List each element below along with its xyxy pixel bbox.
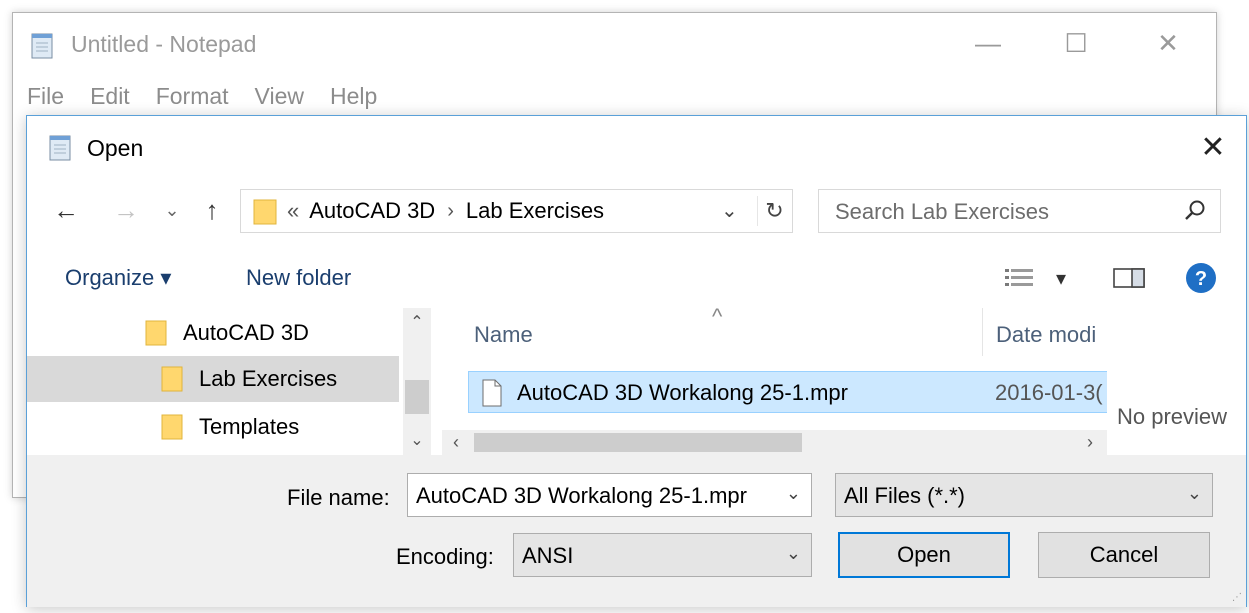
tree-item-lab-exercises[interactable]: Lab Exercises [27,356,399,402]
navigation-pane: AutoCAD 3D Lab Exercises Templates [27,308,402,455]
preview-pane: No preview [1109,308,1248,455]
file-type-value: All Files (*.*) [844,483,966,508]
file-type-select[interactable]: All Files (*.*) ⌄ [835,473,1213,517]
folder-icon [161,366,183,392]
maximize-button[interactable]: ☐ [1053,23,1099,63]
search-icon[interactable] [1182,198,1208,224]
svg-text:?: ? [1195,268,1207,290]
scroll-thumb[interactable] [474,433,802,452]
menu-file[interactable]: File [27,83,64,110]
search-placeholder: Search Lab Exercises [835,199,1049,224]
breadcrumb: « AutoCAD 3D › Lab Exercises [287,198,604,224]
breadcrumb-lab-exercises[interactable]: Lab Exercises [466,198,604,224]
file-name-field[interactable]: AutoCAD 3D Workalong 25-1.mpr ⌄ [407,473,812,517]
scroll-down-arrow[interactable]: ⌄ [403,428,431,452]
minimize-button[interactable]: — [965,23,1011,63]
encoding-select[interactable]: ANSI ⌄ [513,533,812,577]
notepad-menubar: File Edit Format View Help [13,79,1216,113]
recent-locations-button[interactable]: ⌄ [161,192,183,228]
chevron-down-icon[interactable]: ⌄ [786,483,801,504]
notepad-icon [49,135,71,161]
details-view-icon [1005,269,1033,286]
new-folder-button[interactable]: New folder [246,265,351,291]
chevron-down-icon[interactable]: ⌄ [786,543,801,564]
view-options-button[interactable] [999,260,1039,296]
file-icon [482,379,502,407]
scroll-left-arrow[interactable]: ‹ [444,430,468,455]
address-bar[interactable]: « AutoCAD 3D › Lab Exercises ⌄ ↻ [240,189,793,233]
file-name-label: File name: [287,485,390,510]
column-header-name[interactable]: Name [474,322,533,348]
notepad-title: Untitled - Notepad [71,31,257,57]
column-header-date[interactable]: Date modi [996,322,1096,348]
notepad-close-button[interactable]: ✕ [1145,23,1191,63]
scroll-thumb[interactable] [405,380,429,414]
file-list-scrollbar[interactable]: ‹ › [442,430,1107,455]
menu-format[interactable]: Format [156,83,229,110]
tree-item-templates[interactable]: Templates [27,404,399,450]
dialog-titlebar: Open ✕ [27,116,1246,178]
file-name: AutoCAD 3D Workalong 25-1.mpr [517,380,848,405]
file-date: 2016-01-3( [995,380,1103,405]
open-button[interactable]: Open [838,532,1010,578]
chevron-down-icon[interactable]: ⌄ [1187,483,1202,504]
preview-pane-icon [1113,268,1145,288]
cancel-button[interactable]: Cancel [1038,532,1210,578]
notepad-titlebar: Untitled - Notepad — ☐ ✕ [13,13,1216,73]
tree-item-autocad-3d[interactable]: AutoCAD 3D [27,310,399,356]
folder-icon [161,414,183,440]
menu-view[interactable]: View [255,83,304,110]
no-preview-text: No preview [1117,404,1228,429]
help-button[interactable]: ? [1181,260,1221,296]
up-button[interactable]: ↑ [195,192,229,228]
help-icon: ? [1186,263,1216,293]
chevron-down-icon[interactable]: ⌄ [721,198,738,223]
scroll-up-arrow[interactable]: ⌃ [403,310,431,334]
search-input[interactable]: Search Lab Exercises [818,189,1221,233]
menu-edit[interactable]: Edit [90,83,130,110]
command-bar: Organize ▾ New folder ▾ ? [27,252,1246,304]
organize-button[interactable]: Organize ▾ [65,265,171,291]
folder-icon [145,320,167,346]
encoding-value: ANSI [522,543,574,568]
menu-help[interactable]: Help [330,83,377,110]
dialog-close-button[interactable]: ✕ [1190,126,1236,168]
navigation-scrollbar[interactable]: ⌃ ⌄ [403,308,431,455]
open-dialog: Open ✕ ← → ⌄ ↑ « AutoCAD 3D › Lab Exerci… [26,115,1247,607]
forward-button[interactable]: → [109,192,143,228]
notepad-icon [31,33,53,59]
resize-grip-icon[interactable]: ⋰ [1232,592,1242,603]
folder-icon [253,199,277,225]
dialog-footer: File name: AutoCAD 3D Workalong 25-1.mpr… [27,455,1246,607]
preview-pane-button[interactable] [1109,260,1149,296]
tree-item-label: Lab Exercises [199,366,338,391]
dialog-title: Open [87,135,144,161]
breadcrumb-separator[interactable]: › [447,200,454,223]
file-name-value: AutoCAD 3D Workalong 25-1.mpr [416,483,747,508]
back-button[interactable]: ← [49,192,83,228]
file-row[interactable]: AutoCAD 3D Workalong 25-1.mpr 2016-01-3( [468,371,1107,413]
encoding-label: Encoding: [396,544,494,569]
sort-indicator-icon: ^ [712,308,723,329]
view-dropdown-arrow[interactable]: ▾ [1047,260,1075,296]
refresh-icon[interactable]: ↻ [757,196,791,226]
breadcrumb-autocad-3d[interactable]: AutoCAD 3D [309,198,435,224]
tree-item-label: AutoCAD 3D [183,320,309,345]
tree-item-label: Templates [199,414,300,439]
breadcrumb-overflow[interactable]: « [287,198,299,224]
column-divider[interactable] [982,308,983,356]
scroll-right-arrow[interactable]: › [1078,430,1102,455]
